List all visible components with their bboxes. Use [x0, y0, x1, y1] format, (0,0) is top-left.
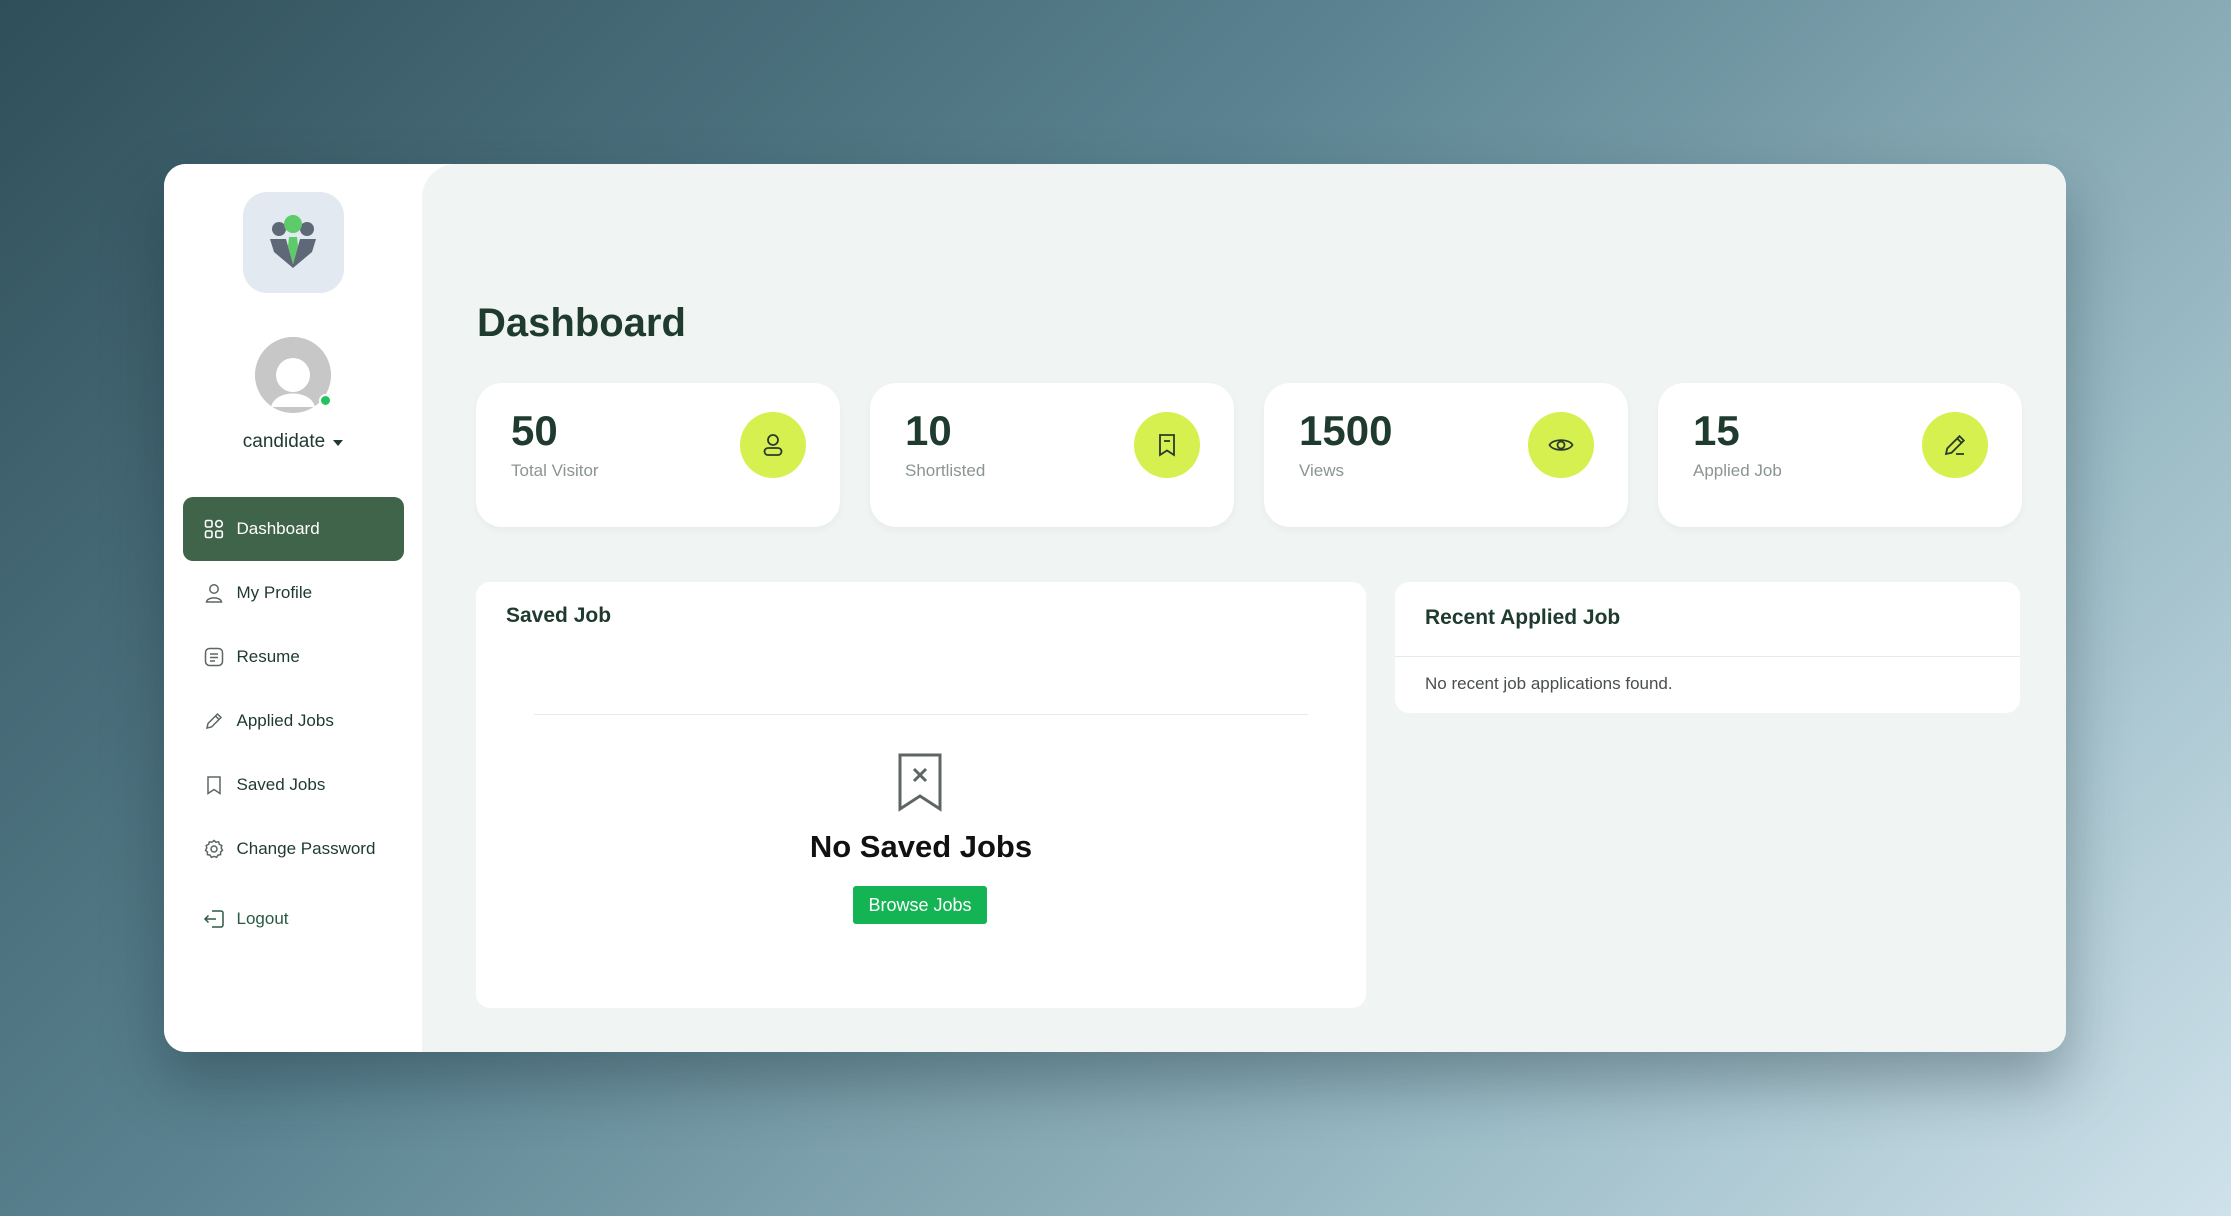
- stat-card-applied-job: 15 Applied Job: [1658, 383, 2022, 527]
- stat-value: 1500: [1299, 407, 1393, 454]
- sidebar-item-logout[interactable]: Logout: [183, 887, 404, 951]
- sidebar-item-applied-jobs[interactable]: Applied Jobs: [183, 689, 404, 753]
- resume-icon: [203, 646, 225, 668]
- stat-value: 50: [511, 407, 558, 454]
- user-icon: [740, 412, 806, 478]
- dashboard-icon: [203, 518, 225, 540]
- team-logo-icon: [270, 214, 316, 268]
- sidebar-item-label: Change Password: [236, 839, 376, 858]
- caret-down-icon: [333, 440, 344, 446]
- empty-state-title: No Saved Jobs: [809, 829, 1033, 864]
- user-icon: [203, 582, 225, 604]
- sidebar-item-resume[interactable]: Resume: [183, 625, 404, 689]
- bookmark-icon: [203, 774, 225, 796]
- bookmark-remove-icon: [898, 753, 942, 812]
- user-avatar-wrap[interactable]: [255, 337, 332, 413]
- saved-jobs-panel: Saved Job No Saved Jobs Browse Jobs: [476, 582, 1366, 1008]
- sidebar-item-label: Applied Jobs: [236, 711, 334, 730]
- sidebar: candidate Dashboard My Profile Resume Ap…: [164, 164, 422, 1052]
- pencil-icon: [203, 710, 225, 732]
- browse-jobs-button[interactable]: Browse Jobs: [853, 886, 987, 924]
- stat-label: Applied Job: [1693, 461, 1782, 480]
- stats-row: 50 Total Visitor 10 Shortlisted 1500 Vie…: [476, 383, 2022, 527]
- stat-card-views: 1500 Views: [1264, 383, 1628, 527]
- sidebar-item-change-password[interactable]: Change Password: [183, 817, 404, 881]
- user-name: candidate: [242, 431, 326, 452]
- stat-card-shortlisted: 10 Shortlisted: [870, 383, 1234, 527]
- pencil-icon: [1922, 412, 1988, 478]
- sidebar-item-label: My Profile: [236, 583, 313, 602]
- panel-title: Recent Applied Job: [1425, 606, 1621, 629]
- page-title: Dashboard: [477, 301, 686, 345]
- recent-applied-panel: Recent Applied Job No recent job applica…: [1395, 582, 2020, 713]
- user-menu[interactable]: candidate: [242, 431, 344, 453]
- main-content: Dashboard 50 Total Visitor 10 Shortliste…: [422, 164, 2066, 1052]
- sidebar-item-saved-jobs[interactable]: Saved Jobs: [183, 753, 404, 817]
- bookmark-icon: [1134, 412, 1200, 478]
- sidebar-item-label: Saved Jobs: [236, 775, 326, 794]
- logout-label: Logout: [236, 909, 289, 928]
- stat-value: 15: [1693, 407, 1740, 454]
- sidebar-item-my-profile[interactable]: My Profile: [183, 561, 404, 625]
- sidebar-item-label: Dashboard: [236, 519, 320, 538]
- app-logo[interactable]: [242, 192, 344, 293]
- sidebar-nav: Dashboard My Profile Resume Applied Jobs…: [182, 497, 404, 951]
- empty-state-text: No recent job applications found.: [1425, 674, 1673, 693]
- stat-value: 10: [905, 407, 952, 454]
- divider: [534, 714, 1308, 715]
- stat-label: Total Visitor: [511, 461, 599, 480]
- app-window: candidate Dashboard My Profile Resume Ap…: [164, 164, 2066, 1052]
- gear-icon: [203, 838, 225, 860]
- stat-card-total-visitor: 50 Total Visitor: [476, 383, 840, 527]
- logout-icon: [203, 908, 225, 930]
- divider: [1395, 656, 2020, 657]
- stat-label: Views: [1299, 461, 1345, 480]
- panel-title: Saved Job: [506, 604, 612, 627]
- eye-icon: [1528, 412, 1594, 478]
- online-status-dot: [319, 394, 332, 407]
- stat-label: Shortlisted: [905, 461, 986, 480]
- sidebar-item-label: Resume: [236, 647, 300, 666]
- sidebar-item-dashboard[interactable]: Dashboard: [182, 497, 404, 561]
